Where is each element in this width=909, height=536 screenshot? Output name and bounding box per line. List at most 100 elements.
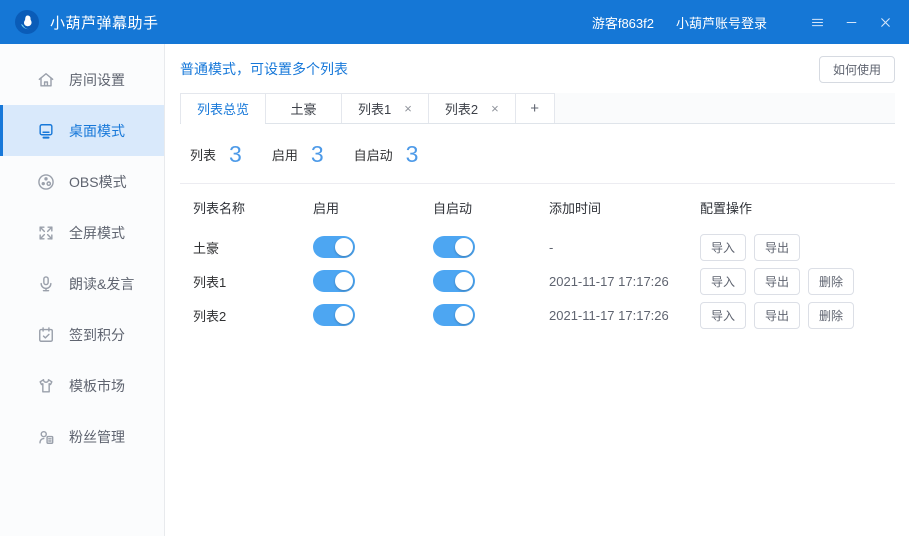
stat-label: 列表 — [190, 145, 216, 164]
list-name: 土豪 — [193, 238, 313, 257]
help-button[interactable]: 如何使用 — [819, 56, 895, 83]
import-button[interactable]: 导入 — [700, 234, 746, 261]
enabled-cell — [313, 304, 433, 326]
fans-icon — [36, 427, 56, 447]
sidebar-item-desktop-mode[interactable]: 桌面模式 — [0, 105, 164, 156]
tab-close-icon[interactable]: × — [404, 102, 412, 115]
sidebar-item-fans-manage[interactable]: 粉丝管理 — [0, 411, 164, 462]
tab-label: 土豪 — [291, 99, 317, 118]
minimize-icon[interactable] — [841, 12, 861, 32]
column-header: 启用 — [313, 198, 433, 217]
app-title: 小葫芦弹幕助手 — [50, 12, 159, 33]
stat-1: 启用 3 — [272, 141, 324, 168]
export-button[interactable]: 导出 — [754, 234, 800, 261]
stat-value: 3 — [406, 141, 419, 168]
enabled-cell — [313, 270, 433, 292]
autostart-cell — [433, 236, 549, 258]
list-name: 列表2 — [193, 306, 313, 325]
home-icon — [36, 70, 56, 90]
stat-label: 启用 — [272, 145, 298, 164]
sidebar-item-obs-mode[interactable]: OBS模式 — [0, 156, 164, 207]
tab-list1[interactable]: 列表1 × — [341, 93, 429, 123]
sidebar-item-label: 签到积分 — [69, 325, 125, 345]
column-header: 自启动 — [433, 198, 549, 217]
tab-overview[interactable]: 列表总览 — [180, 93, 266, 123]
sidebar-item-room-settings[interactable]: 房间设置 — [0, 54, 164, 105]
added-time: - — [549, 240, 700, 255]
column-header: 添加时间 — [549, 198, 700, 217]
calendar-check-icon — [36, 325, 56, 345]
sidebar-item-checkin-points[interactable]: 签到积分 — [0, 309, 164, 360]
close-icon[interactable] — [875, 12, 895, 32]
delete-button[interactable]: 删除 — [808, 268, 854, 295]
table-row: 土豪 -导入导出 — [180, 230, 895, 264]
actions-cell: 导入导出 — [700, 234, 895, 261]
column-header: 列表名称 — [193, 198, 313, 217]
enabled-toggle[interactable] — [313, 236, 355, 258]
stat-value: 3 — [229, 141, 242, 168]
autostart-toggle[interactable] — [433, 270, 475, 292]
toggle-knob — [335, 238, 353, 256]
obs-icon — [36, 172, 56, 192]
actions-cell: 导入导出删除 — [700, 302, 895, 329]
tab-close-icon[interactable]: × — [491, 102, 499, 115]
tab-label: 列表2 — [445, 99, 478, 118]
app-body: 房间设置桌面模式OBS模式全屏模式朗读&发言签到积分模板市场粉丝管理 普通模式，… — [0, 44, 909, 536]
toggle-knob — [335, 272, 353, 290]
toggle-knob — [455, 272, 473, 290]
actions-cell: 导入导出删除 — [700, 268, 895, 295]
sidebar-item-template-market[interactable]: 模板市场 — [0, 360, 164, 411]
window-controls — [793, 12, 895, 32]
main-content: 普通模式，可设置多个列表 如何使用 列表总览土豪列表1×列表2×+ 列表3启用3… — [165, 44, 909, 536]
titlebar: 小葫芦弹幕助手 游客f863f2 小葫芦账号登录 — [0, 0, 909, 44]
delete-button[interactable]: 删除 — [808, 302, 854, 329]
sidebar-item-speech[interactable]: 朗读&发言 — [0, 258, 164, 309]
fullscreen-icon — [36, 223, 56, 243]
enabled-cell — [313, 236, 433, 258]
guest-account-label[interactable]: 游客f863f2 — [592, 13, 654, 32]
sidebar-item-label: 全屏模式 — [69, 223, 125, 243]
tab-bar: 列表总览 土豪 列表1 × 列表2 × + — [180, 93, 895, 124]
added-time: 2021-11-17 17:17:26 — [549, 308, 700, 323]
add-tab-button[interactable]: + — [515, 93, 555, 123]
sidebar: 房间设置桌面模式OBS模式全屏模式朗读&发言签到积分模板市场粉丝管理 — [0, 44, 165, 536]
sidebar-item-label: 粉丝管理 — [69, 427, 125, 447]
autostart-cell — [433, 304, 549, 326]
toggle-knob — [335, 306, 353, 324]
sidebar-item-fullscreen-mode[interactable]: 全屏模式 — [0, 207, 164, 258]
table-row: 列表2 2021-11-17 17:17:26导入导出删除 — [180, 298, 895, 332]
sidebar-item-label: 朗读&发言 — [69, 274, 134, 294]
export-button[interactable]: 导出 — [754, 302, 800, 329]
toggle-knob — [455, 238, 473, 256]
stat-value: 3 — [311, 141, 324, 168]
table-body: 土豪-导入导出列表12021-11-17 17:17:26导入导出删除列表220… — [180, 230, 895, 332]
import-button[interactable]: 导入 — [700, 268, 746, 295]
enabled-toggle[interactable] — [313, 304, 355, 326]
toggle-knob — [455, 306, 473, 324]
autostart-cell — [433, 270, 549, 292]
sidebar-item-label: 模板市场 — [69, 376, 125, 396]
autostart-toggle[interactable] — [433, 304, 475, 326]
login-link[interactable]: 小葫芦账号登录 — [676, 13, 767, 32]
shirt-icon — [36, 376, 56, 396]
stat-label: 自启动 — [354, 145, 393, 164]
table-row: 列表12021-11-17 17:17:26导入导出删除 — [180, 264, 895, 298]
sidebar-item-label: 房间设置 — [69, 70, 125, 90]
stats-row: 列表 3 启用 3 自启动 3 — [180, 140, 895, 168]
autostart-toggle[interactable] — [433, 236, 475, 258]
tab-label: 列表1 — [358, 99, 391, 118]
enabled-toggle[interactable] — [313, 270, 355, 292]
import-button[interactable]: 导入 — [700, 302, 746, 329]
export-button[interactable]: 导出 — [754, 268, 800, 295]
stat-2: 自启动 3 — [354, 141, 419, 168]
tab-tuhao[interactable]: 土豪 — [265, 93, 342, 123]
tab-list2[interactable]: 列表2 × — [428, 93, 516, 123]
microphone-icon — [36, 274, 56, 294]
tab-label: 列表总览 — [197, 99, 249, 118]
menu-icon[interactable] — [807, 12, 827, 32]
app-logo-icon — [14, 9, 40, 35]
table-header: 列表名称启用自启动添加时间配置操作 — [180, 184, 895, 230]
main-header: 普通模式，可设置多个列表 如何使用 — [180, 57, 895, 81]
titlebar-right: 游客f863f2 小葫芦账号登录 — [592, 12, 895, 32]
column-header: 配置操作 — [700, 198, 895, 217]
